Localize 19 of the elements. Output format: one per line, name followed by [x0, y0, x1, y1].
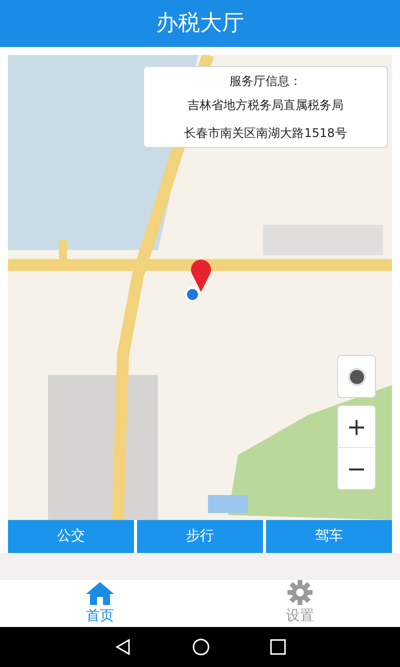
zoom-out-button[interactable]: − [338, 448, 375, 489]
route-mode-button[interactable]: 驾车 [266, 520, 392, 553]
recents-icon[interactable] [270, 639, 286, 655]
locate-icon [346, 366, 366, 386]
route-mode-button[interactable]: 步行 [137, 520, 263, 553]
location-pin-icon [190, 258, 212, 292]
tab-button[interactable]: 设置 [200, 580, 400, 627]
header-title: 办税大厅 [156, 10, 244, 38]
info-line: 吉林省地方税务局直属税务局 [187, 97, 344, 114]
info-line: 长春市南关区南湖大路1518号 [184, 125, 347, 142]
back-icon[interactable] [114, 638, 132, 656]
locate-button[interactable] [337, 355, 376, 398]
zoom-in-button[interactable]: + [338, 406, 375, 448]
route-mode-button[interactable]: 公交 [8, 520, 134, 553]
tab-button[interactable]: 首页 [0, 580, 200, 627]
info-title: 服务厅信息： [230, 73, 302, 90]
home-circle-icon[interactable] [192, 638, 210, 656]
map-view[interactable]: 服务厅信息： 吉林省地方税务局直属税务局 长春市南关区南湖大路1518号 + − [8, 55, 392, 520]
home-icon [85, 580, 115, 604]
